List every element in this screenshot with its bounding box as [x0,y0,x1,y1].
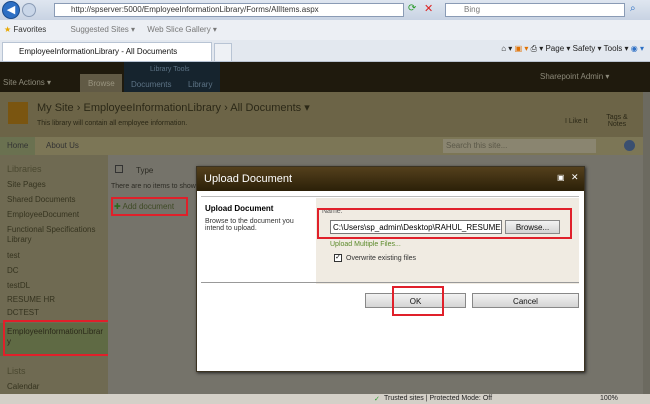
star-icon: ★ [4,25,12,34]
close-icon[interactable]: ✕ [571,172,579,183]
nav-item[interactable]: DCTEST [7,308,39,318]
highlight-box [317,208,572,239]
help-icon[interactable] [624,140,635,151]
status-bar: ✓ Trusted sites | Protected Mode: Off 10… [0,394,650,404]
trusted-check-icon: ✓ [374,396,380,403]
address-bar-row: ◀ http://spserver:5000/EmployeeInformati… [0,0,650,20]
section-title: Upload Document [205,204,274,213]
search-icon[interactable]: ⌕ [630,3,636,14]
nav-item[interactable]: testDL [7,281,30,291]
overwrite-checkbox[interactable]: ✓ [334,254,342,262]
breadcrumb-my-site[interactable]: My Site [37,102,74,114]
user-menu[interactable]: Sharepoint Admin ▾ [540,72,609,81]
scrollbar[interactable] [643,92,650,394]
highlight-box [392,286,444,316]
feeds-icon[interactable]: ▣ ▾ [515,44,529,53]
nav-item[interactable]: Site Pages [7,180,46,190]
new-tab-button[interactable] [214,43,232,62]
nav-item[interactable]: DC [7,266,19,276]
back-button[interactable]: ◀ [2,1,20,19]
browser-tab[interactable]: EmployeeInformationLibrary - All Documen… [2,42,212,62]
i-like-it-button[interactable]: I Like It [565,118,588,125]
tags-notes-button[interactable]: Tags & Notes [603,114,631,128]
site-actions-menu[interactable]: Site Actions ▾ [3,78,51,87]
favorites-bar: ★ Favorites Suggested Sites ▾ Web Slice … [0,20,650,40]
nav-about-us[interactable]: About Us [46,141,79,150]
breadcrumb-library[interactable]: EmployeeInformationLibrary [83,102,221,114]
url-input[interactable]: http://spserver:5000/EmployeeInformation… [54,3,404,17]
tab-browse[interactable]: Browse [80,74,122,92]
tab-library[interactable]: Library [188,80,212,89]
tools-menu[interactable]: Tools ▾ [604,44,629,53]
nav-item[interactable]: RESUME HR [7,295,55,305]
refresh-icon[interactable]: ⟳ [408,3,416,14]
library-tools-group: Library Tools Documents Library [124,62,220,92]
upload-multiple-files-link[interactable]: Upload Multiple Files... [330,241,401,248]
maximize-icon[interactable]: ▣ [557,173,565,182]
page-description: This library will contain all employee i… [37,120,188,127]
security-zone[interactable]: Trusted sites | Protected Mode: Off [384,395,492,402]
lists-heading[interactable]: Lists [7,366,26,376]
dialog-title-bar: Upload Document ▣ ✕ [197,167,584,191]
libraries-heading[interactable]: Libraries [7,164,42,174]
upload-document-dialog: Upload Document ▣ ✕ Upload Document Brow… [196,166,585,372]
help-icon[interactable]: ◉ ▾ [631,44,644,53]
nav-item[interactable]: test [7,251,20,261]
top-nav: Home About Us Search this site... [0,137,643,155]
divider [201,196,579,197]
web-slice-gallery[interactable]: Web Slice Gallery ▾ [147,25,217,34]
left-navigation: Libraries Site Pages Shared Documents Em… [0,155,108,394]
nav-item[interactable]: Functional Specifications Library [7,225,107,245]
stop-icon[interactable]: ✕ [424,2,433,15]
nav-item[interactable]: EmployeeDocument [7,210,79,220]
highlight-box [3,320,116,356]
command-bar: ⌂ ▾ ▣ ▾ ⎙ ▾ Page ▾ Safety ▾ Tools ▾ ◉ ▾ [501,44,644,54]
empty-message: There are no items to show [111,183,196,190]
select-all-checkbox[interactable] [115,165,123,173]
ribbon: Site Actions ▾ Browse Library Tools Docu… [0,62,650,92]
safety-menu[interactable]: Safety ▾ [573,44,602,53]
divider [201,282,579,283]
tab-documents[interactable]: Documents [131,80,171,89]
nav-item[interactable]: Calendar [7,382,39,392]
breadcrumb: My Site › EmployeeInformationLibrary › A… [37,102,310,114]
title-area: My Site › EmployeeInformationLibrary › A… [0,92,643,137]
type-column-header[interactable]: Type [136,166,153,175]
site-logo-icon [8,102,28,124]
favorites-button[interactable]: ★ Favorites [4,25,46,34]
home-icon[interactable]: ⌂ ▾ [501,44,512,53]
breadcrumb-view[interactable]: All Documents ▾ [230,102,310,114]
highlight-box [111,197,188,216]
nav-item[interactable]: Shared Documents [7,195,75,205]
suggested-sites[interactable]: Suggested Sites ▾ [71,25,136,34]
forward-button[interactable] [22,3,36,17]
section-description: Browse to the document you intend to upl… [205,218,294,232]
site-search-input[interactable]: Search this site... [443,139,596,153]
zoom-level[interactable]: 100% [600,395,618,402]
cancel-button[interactable]: Cancel [472,293,579,308]
print-icon[interactable]: ⎙ ▾ [531,44,544,53]
nav-home[interactable]: Home [0,137,35,155]
search-input[interactable]: Bing [445,3,625,17]
page-menu[interactable]: Page ▾ [545,44,570,53]
